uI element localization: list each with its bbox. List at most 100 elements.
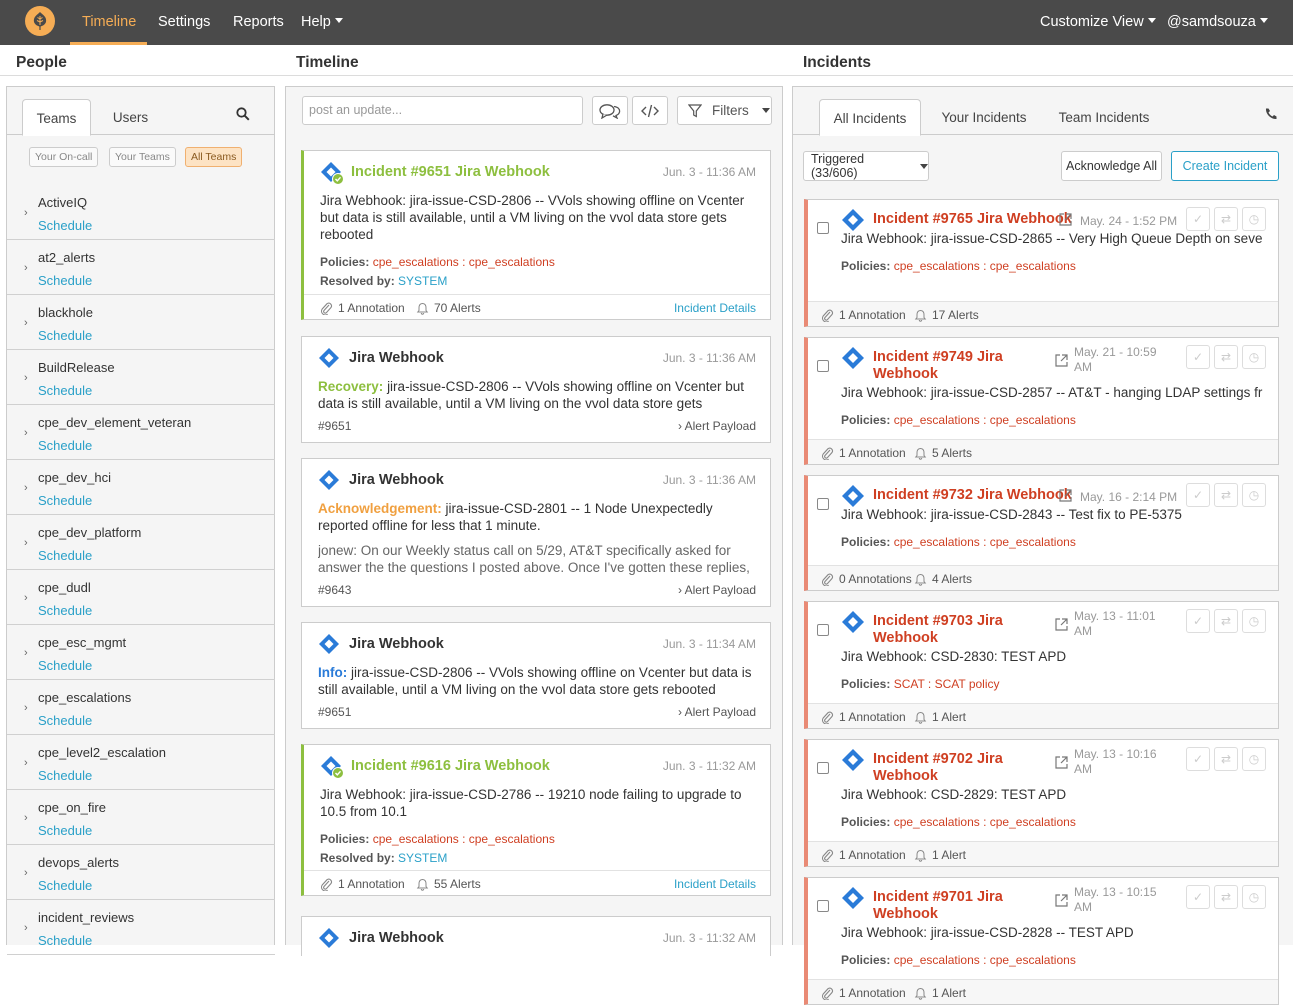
schedule-link[interactable]: Schedule bbox=[38, 713, 92, 728]
chevron-right-icon[interactable]: › bbox=[24, 812, 28, 824]
policies-link[interactable]: cpe_escalations : cpe_escalations bbox=[894, 535, 1076, 549]
external-link-icon[interactable] bbox=[1054, 353, 1069, 371]
team-name[interactable]: cpe_dev_element_veteran bbox=[38, 415, 191, 430]
team-row[interactable]: › BuildRelease Schedule bbox=[7, 350, 275, 405]
chevron-right-icon[interactable]: › bbox=[24, 922, 28, 934]
acknowledge-check-icon[interactable]: ✓ bbox=[1186, 609, 1210, 633]
alert-payload-link[interactable]: › Alert Payload bbox=[678, 419, 756, 433]
schedule-link[interactable]: Schedule bbox=[38, 438, 92, 453]
policies-link[interactable]: cpe_escalations : cpe_escalations bbox=[894, 413, 1076, 427]
team-row[interactable]: › cpe_esc_mgmt Schedule bbox=[7, 625, 275, 680]
filter-all-teams[interactable]: All Teams bbox=[185, 147, 243, 167]
annotations-count[interactable]: 1 Annotation bbox=[821, 986, 906, 1000]
incident-title[interactable]: Incident #9749 Jira Webhook bbox=[841, 347, 1003, 383]
acknowledge-check-icon[interactable]: ✓ bbox=[1186, 207, 1210, 231]
policies-link[interactable]: cpe_escalations : cpe_escalations bbox=[894, 953, 1076, 967]
snooze-clock-icon[interactable]: ◷ bbox=[1242, 609, 1266, 633]
alerts-count[interactable]: 70 Alerts bbox=[416, 301, 481, 315]
schedule-link[interactable]: Schedule bbox=[38, 878, 92, 893]
reassign-icon[interactable]: ⇄ bbox=[1214, 483, 1238, 507]
alerts-count[interactable]: 1 Alert bbox=[914, 986, 966, 1000]
schedule-link[interactable]: Schedule bbox=[38, 548, 92, 563]
tab-all-incidents[interactable]: All Incidents bbox=[819, 99, 921, 136]
team-name[interactable]: cpe_level2_escalation bbox=[38, 745, 166, 760]
filter-your-teams[interactable]: Your Teams bbox=[109, 147, 176, 167]
schedule-link[interactable]: Schedule bbox=[38, 933, 92, 948]
team-row[interactable]: › cpe_on_fire Schedule bbox=[7, 790, 275, 845]
user-menu[interactable]: @samdsouza bbox=[1167, 14, 1268, 30]
alerts-count[interactable]: 4 Alerts bbox=[914, 572, 972, 586]
incident-details-link[interactable]: Incident Details bbox=[674, 877, 756, 891]
chevron-right-icon[interactable]: › bbox=[24, 262, 28, 274]
schedule-link[interactable]: Schedule bbox=[38, 218, 92, 233]
team-name[interactable]: at2_alerts bbox=[38, 250, 95, 265]
external-link-icon[interactable] bbox=[1054, 617, 1069, 635]
chevron-right-icon[interactable]: › bbox=[24, 702, 28, 714]
alert-payload-link[interactable]: › Alert Payload bbox=[678, 583, 756, 597]
filter-your-oncall[interactable]: Your On-call bbox=[29, 147, 99, 167]
policies-link[interactable]: SCAT : SCAT policy bbox=[894, 677, 1000, 691]
policies-link[interactable]: cpe_escalations : cpe_escalations bbox=[373, 255, 555, 269]
alerts-count[interactable]: 5 Alerts bbox=[914, 446, 972, 460]
incident-title[interactable]: Incident #9703 Jira Webhook bbox=[841, 611, 1003, 647]
alerts-count[interactable]: 1 Alert bbox=[914, 848, 966, 862]
external-link-icon[interactable] bbox=[1058, 488, 1073, 506]
alerts-count[interactable]: 1 Alert bbox=[914, 710, 966, 724]
acknowledge-check-icon[interactable]: ✓ bbox=[1186, 345, 1210, 369]
nav-reports[interactable]: Reports bbox=[233, 14, 284, 30]
team-row[interactable]: › cpe_dev_hci Schedule bbox=[7, 460, 275, 515]
annotations-count[interactable]: 1 Annotation bbox=[320, 877, 405, 891]
team-name[interactable]: cpe_dev_platform bbox=[38, 525, 141, 540]
resolved-by-link[interactable]: SYSTEM bbox=[398, 274, 447, 288]
customize-view-menu[interactable]: Customize View bbox=[1040, 14, 1156, 30]
chevron-right-icon[interactable]: › bbox=[24, 427, 28, 439]
nav-timeline[interactable]: Timeline bbox=[82, 14, 136, 30]
code-icon[interactable] bbox=[632, 96, 668, 125]
create-incident-button[interactable]: Create Incident bbox=[1171, 151, 1279, 181]
snooze-clock-icon[interactable]: ◷ bbox=[1242, 885, 1266, 909]
schedule-link[interactable]: Schedule bbox=[38, 328, 92, 343]
reassign-icon[interactable]: ⇄ bbox=[1214, 345, 1238, 369]
chevron-right-icon[interactable]: › bbox=[24, 592, 28, 604]
acknowledge-check-icon[interactable]: ✓ bbox=[1186, 483, 1210, 507]
chevron-right-icon[interactable]: › bbox=[24, 207, 28, 219]
card-title[interactable]: Incident #9616 Jira Webhook bbox=[320, 755, 550, 779]
schedule-link[interactable]: Schedule bbox=[38, 658, 92, 673]
schedule-link[interactable]: Schedule bbox=[38, 493, 92, 508]
incident-checkbox[interactable] bbox=[817, 222, 829, 234]
annotations-count[interactable]: 0 Annotations bbox=[821, 572, 912, 586]
incident-status-select[interactable]: Triggered (33/606) bbox=[803, 151, 929, 181]
incident-title[interactable]: Incident #9702 Jira Webhook bbox=[841, 749, 1003, 785]
alert-payload-link[interactable]: › Alert Payload bbox=[678, 705, 756, 719]
nav-settings[interactable]: Settings bbox=[158, 14, 210, 30]
tab-team-incidents[interactable]: Team Incidents bbox=[1051, 99, 1157, 135]
team-name[interactable]: cpe_dudl bbox=[38, 580, 91, 595]
team-name[interactable]: incident_reviews bbox=[38, 910, 134, 925]
policies-link[interactable]: cpe_escalations : cpe_escalations bbox=[373, 832, 555, 846]
chevron-right-icon[interactable]: › bbox=[24, 867, 28, 879]
filters-dropdown[interactable]: Filters bbox=[677, 96, 772, 125]
schedule-link[interactable]: Schedule bbox=[38, 383, 92, 398]
team-name[interactable]: cpe_escalations bbox=[38, 690, 131, 705]
snooze-clock-icon[interactable]: ◷ bbox=[1242, 207, 1266, 231]
reassign-icon[interactable]: ⇄ bbox=[1214, 207, 1238, 231]
team-row[interactable]: › devops_alerts Schedule bbox=[7, 845, 275, 900]
chevron-right-icon[interactable]: › bbox=[24, 482, 28, 494]
chevron-right-icon[interactable]: › bbox=[24, 647, 28, 659]
app-logo-icon[interactable] bbox=[25, 6, 55, 36]
post-update-input[interactable]: post an update... bbox=[302, 96, 583, 125]
team-row[interactable]: › incident_reviews Schedule bbox=[7, 900, 275, 955]
incident-title[interactable]: Incident #9701 Jira Webhook bbox=[841, 887, 1003, 923]
reassign-icon[interactable]: ⇄ bbox=[1214, 609, 1238, 633]
team-row[interactable]: › cpe_dev_element_veteran Schedule bbox=[7, 405, 275, 460]
schedule-link[interactable]: Schedule bbox=[38, 823, 92, 838]
incident-ref-link[interactable]: #9643 bbox=[318, 583, 351, 597]
team-row[interactable]: › cpe_dudl Schedule bbox=[7, 570, 275, 625]
snooze-clock-icon[interactable]: ◷ bbox=[1242, 345, 1266, 369]
incident-details-link[interactable]: Incident Details bbox=[674, 301, 756, 315]
acknowledge-check-icon[interactable]: ✓ bbox=[1186, 885, 1210, 909]
schedule-link[interactable]: Schedule bbox=[38, 603, 92, 618]
team-name[interactable]: ActiveIQ bbox=[38, 195, 87, 210]
team-row[interactable]: › cpe_level2_escalation Schedule bbox=[7, 735, 275, 790]
annotations-count[interactable]: 1 Annotation bbox=[821, 446, 906, 460]
